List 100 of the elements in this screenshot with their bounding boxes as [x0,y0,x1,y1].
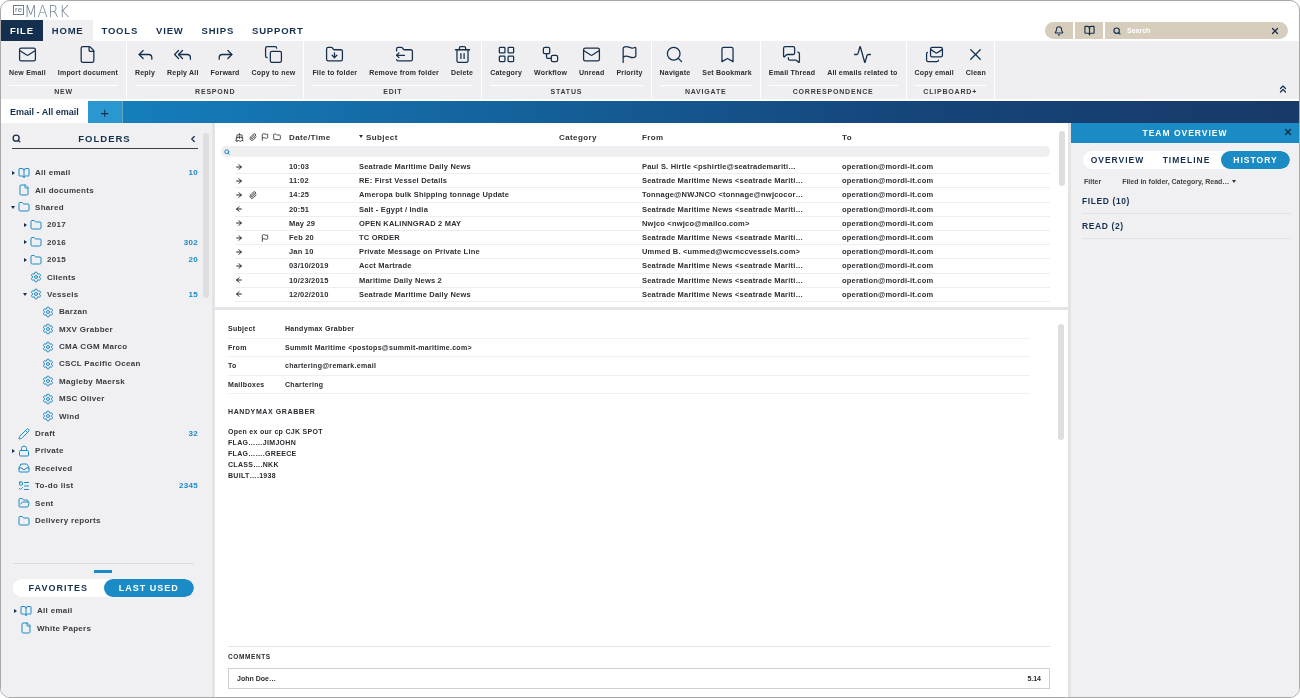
ship-icon [235,132,244,142]
collapse-icon[interactable] [1277,83,1289,95]
search-icon [665,45,685,64]
history-section[interactable]: FILED (10) [1082,189,1291,214]
caret-icon[interactable] [11,607,18,615]
document-tab[interactable]: Email - All email [1,101,88,123]
folder-item[interactable]: CMA CGM Marco [9,337,198,356]
gear-icon [42,410,54,423]
folder-icon [30,218,42,231]
document-icon [20,622,32,635]
folder-item[interactable]: Barzan [9,303,198,321]
close-button[interactable] [1283,127,1293,137]
folder-item[interactable]: 2016 302 [9,233,198,251]
folder-item[interactable]: All email 10 [9,164,198,182]
folder-item[interactable]: Shared [9,198,198,217]
document-icon [18,184,30,197]
caret-icon[interactable] [21,256,28,264]
folder-item[interactable]: To-do list 2345 [9,477,198,495]
folder-icon [30,253,42,266]
pulse-icon [852,45,872,64]
favorites-tab[interactable]: LAST USED [103,579,194,598]
scrollbar[interactable] [1058,324,1064,440]
column-header[interactable]: Date/Time [289,132,359,142]
paperclip-icon [249,133,257,141]
envelopes-icon [924,45,944,64]
menu-tab[interactable]: VIEW [147,20,193,41]
grid-icon [496,45,516,64]
menu-tab[interactable]: HOME [42,20,93,41]
resize-handle[interactable] [93,570,112,574]
lock-icon [18,444,30,457]
folder-item[interactable]: Wind [9,407,198,425]
file-menu[interactable]: FILE [1,20,43,41]
gear-icon [42,323,54,336]
column-header[interactable]: From [642,132,842,142]
gear-icon [42,392,54,405]
folder-item[interactable]: 2015 20 [9,250,198,269]
folder-item[interactable]: Received [9,459,198,478]
folder-item[interactable]: 2017 [9,216,198,234]
folder-icon [18,514,30,527]
search-icon [224,148,230,155]
flag-icon [261,133,269,141]
folder-item[interactable]: MXV Grabber [9,320,198,338]
arrow-right-icon [235,233,243,242]
folder-item[interactable]: Clients [9,268,198,286]
caret-icon[interactable] [21,238,28,246]
arrow-right-icon [235,247,243,256]
folder-icon [30,236,42,249]
history-section[interactable]: READ (2) [1082,214,1291,239]
collapse-icon[interactable] [188,133,198,144]
scrollbar[interactable] [1059,131,1065,186]
gear-icon [42,358,54,370]
caret-icon[interactable] [9,447,16,455]
close-icon[interactable] [1270,25,1280,36]
arrow-right-icon [235,190,243,199]
arrow-right-icon [235,261,243,270]
folder-out-icon [394,45,414,64]
bell-icon[interactable] [1054,25,1064,36]
column-header[interactable]: Category [559,132,642,142]
arrow-right-icon [235,162,243,171]
gear-icon [42,340,54,353]
menu-tab[interactable]: SUPPORT [243,20,313,41]
book-icon [18,166,30,179]
folder-item[interactable]: Delivery reports [9,511,198,530]
menu-tab[interactable]: SHIPS [192,20,244,41]
folder-item[interactable]: Draft 32 [9,424,198,443]
chat-icon [782,45,802,64]
menu-tab[interactable]: TOOLS [92,20,148,41]
caret-icon[interactable] [9,169,16,177]
column-header[interactable]: To [842,132,1050,142]
add-tab-button[interactable]: + [87,101,123,123]
folder-icon [273,133,281,141]
book-icon [20,604,32,617]
column-header[interactable]: Subject [359,132,559,142]
copy-icon [264,45,283,64]
item-count: 10 [188,168,198,178]
folder-icon [18,497,30,510]
book-icon[interactable] [1083,25,1095,36]
item-count: 32 [188,429,198,439]
folder-down-icon [325,45,345,64]
envelope-icon [582,45,602,64]
folder-item[interactable]: All documents [9,181,198,199]
search-icon [1113,26,1121,35]
folder-item[interactable]: MSC Oliver [9,390,198,408]
gear-icon [30,288,42,301]
folder-item[interactable]: Magleby Maersk [9,372,198,391]
folder-item[interactable]: Vessels 15 [9,285,198,304]
folder-item[interactable]: CSCL Pacific Ocean [9,355,198,373]
gear-icon [30,271,42,284]
workflow-icon [541,45,561,64]
folder-item[interactable]: All email [11,602,194,620]
folder-item[interactable]: Sent [9,494,198,512]
arrow-left-icon [235,290,243,299]
folder-item[interactable]: Private [9,442,198,460]
envelope-icon [17,45,37,64]
arrow-right-icon [235,219,243,228]
folder-item[interactable]: White Papers [11,619,194,637]
pencil-icon [18,427,30,440]
search-icon[interactable] [12,134,21,143]
caret-icon[interactable] [21,221,28,229]
panel-tab[interactable]: HISTORY [1221,151,1290,169]
